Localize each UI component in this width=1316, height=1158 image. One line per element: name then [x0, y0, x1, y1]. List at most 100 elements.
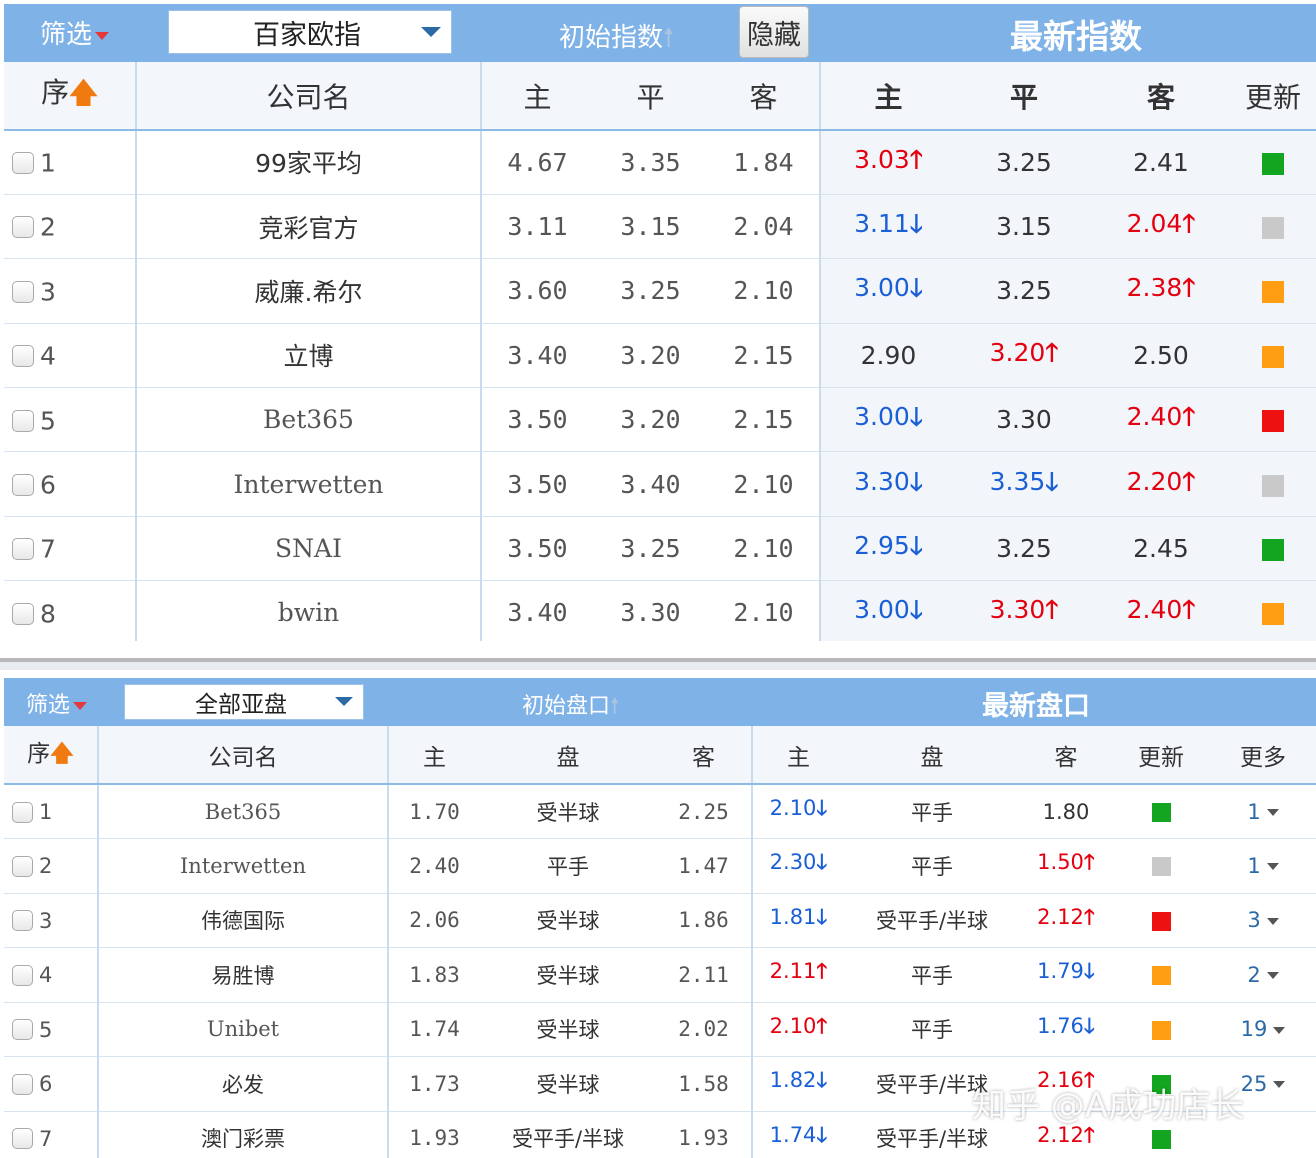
latest-odds-value: 2.95 [854, 531, 910, 561]
company-name[interactable]: Unibet [207, 1017, 279, 1041]
initial-home-odds: 1.70 [409, 799, 460, 824]
arrow-up-icon: 🡑 [1045, 595, 1059, 625]
company-name[interactable]: bwin [278, 598, 340, 627]
company-name[interactable]: Interwetten [234, 470, 384, 499]
company-name[interactable]: Interwetten [180, 854, 306, 878]
arrow-down-icon: 🡓 [909, 209, 923, 239]
table-row[interactable]: 3 伟德国际 2.06 受半球 1.86 1.81🡓 受平手/半球 2.12🡑 3 [4, 893, 1316, 948]
more-dropdown[interactable]: 25 [1241, 1072, 1286, 1096]
initial-away-odds: 2.02 [678, 1017, 729, 1042]
latest-index-label: 最新指数 [1010, 17, 1142, 56]
company-name[interactable]: 澳门彩票 [201, 1127, 285, 1151]
col-seq[interactable]: 序🡅 [4, 726, 98, 785]
company-name[interactable]: 易胜博 [212, 964, 275, 988]
col-update: 更新 [1230, 62, 1316, 131]
table-row[interactable]: 2 Interwetten 2.40 平手 1.47 2.30🡓 平手 1.50🡑 1 [4, 838, 1316, 894]
arrow-up-icon: 🡑 [816, 959, 828, 984]
company-name[interactable]: Bet365 [263, 405, 354, 434]
initial-odds: 2.04 [733, 212, 794, 242]
table-row[interactable]: 1 Bet365 1.70 受半球 2.25 2.10🡓 平手 1.80 1 [4, 784, 1316, 839]
col-new-away: 客 [1092, 62, 1230, 131]
initial-handicap: 受半球 [536, 909, 600, 934]
company-name[interactable]: Bet365 [205, 800, 281, 824]
initial-home-odds: 1.83 [409, 962, 460, 987]
row-checkbox[interactable] [12, 602, 34, 625]
table-row[interactable]: 7 SNAI 3.50 3.25 2.10 2.95🡓 3.25 2.45 [4, 516, 1316, 582]
initial-odds: 2.10 [733, 598, 794, 628]
row-checkbox[interactable] [12, 216, 34, 239]
update-status-indicator [1262, 474, 1284, 497]
company-name[interactable]: 立博 [283, 342, 333, 371]
row-checkbox[interactable] [12, 801, 33, 823]
table-row[interactable]: 3 威廉.希尔 3.60 3.25 2.10 3.00🡓 3.25 2.38🡑 [4, 258, 1316, 324]
initial-handicap: 平手 [547, 854, 589, 879]
euro-company-select[interactable]: 百家欧指 [168, 10, 452, 54]
table-row[interactable]: 4 易胜博 1.83 受半球 2.11 2.11🡑 平手 1.79🡓 2 [4, 947, 1316, 1003]
initial-odds: 4.67 [507, 147, 568, 177]
hide-button[interactable]: 隐藏 [739, 6, 809, 58]
latest-away-odds-value: 1.76 [1037, 1013, 1084, 1038]
update-status-indicator [1262, 539, 1284, 562]
company-name[interactable]: 竞彩官方 [258, 214, 358, 243]
initial-odds: 3.60 [507, 276, 568, 306]
latest-home-odds-value: 2.30 [769, 850, 817, 875]
table-row[interactable]: 2 竞彩官方 3.11 3.15 2.04 3.11🡓 3.15 2.04🡑 [4, 194, 1316, 260]
row-index: 2 [39, 854, 53, 879]
initial-label-text: 初始盘口 [522, 694, 611, 719]
more-dropdown[interactable]: 19 [1241, 1017, 1286, 1041]
asian-filter-button[interactable]: 筛选 [26, 687, 88, 719]
initial-index-label[interactable]: 初始指数🠕 [559, 17, 674, 63]
latest-odds-value: 3.30 [996, 405, 1052, 435]
row-index: 4 [40, 341, 56, 371]
arrow-down-icon: 🡓 [1083, 1013, 1095, 1038]
table-row[interactable]: 5 Unibet 1.74 受半球 2.02 2.10🡑 平手 1.76🡓 19 [4, 1002, 1316, 1057]
chevron-down-icon [421, 27, 441, 37]
initial-odds: 3.20 [620, 405, 681, 435]
row-checkbox[interactable] [12, 473, 34, 496]
table-row[interactable]: 4 立博 3.40 3.20 2.15 2.90 3.20🡑 2.50 [4, 323, 1316, 389]
latest-odds-value: 3.25 [996, 534, 1052, 564]
company-name[interactable]: 伟德国际 [201, 909, 285, 933]
row-checkbox[interactable] [12, 538, 34, 561]
row-checkbox[interactable] [12, 152, 34, 175]
table-row[interactable]: 1 99家平均 4.67 3.35 1.84 3.03🡑 3.25 2.41 [4, 130, 1316, 195]
row-index: 6 [39, 1072, 53, 1097]
row-checkbox[interactable] [12, 280, 34, 303]
company-name[interactable]: 威廉.希尔 [255, 278, 363, 307]
more-dropdown[interactable]: 2 [1247, 963, 1279, 987]
latest-odds-value: 3.30 [989, 595, 1046, 625]
more-dropdown[interactable]: 3 [1247, 908, 1279, 932]
table-row[interactable]: 8 bwin 3.40 3.30 2.10 3.00🡓 3.30🡑 2.40🡑 [4, 580, 1316, 641]
company-name[interactable]: 99家平均 [255, 149, 362, 178]
table-row[interactable]: 6 Interwetten 3.50 3.40 2.10 3.30🡓 3.35🡓 2.20🡑 [4, 451, 1316, 517]
company-name[interactable]: 必发 [222, 1073, 264, 1097]
more-count: 19 [1240, 1017, 1268, 1042]
asian-header-bar: 筛选 全部亚盘 初始盘口🠕 最新盘口 [4, 678, 1316, 726]
row-checkbox[interactable] [12, 1128, 33, 1150]
col-seq[interactable]: 序🡅 [4, 62, 136, 131]
euro-filter-button[interactable]: 筛选 [40, 14, 110, 51]
row-checkbox[interactable] [12, 910, 33, 932]
company-name[interactable]: SNAI [275, 534, 342, 563]
table-row[interactable]: 5 Bet365 3.50 3.20 2.15 3.00🡓 3.30 2.40🡑 [4, 387, 1316, 453]
initial-odds: 3.40 [507, 340, 568, 370]
row-checkbox[interactable] [12, 964, 33, 986]
chevron-down-icon [1266, 809, 1279, 816]
sort-up-icon: 🠕 [610, 694, 620, 719]
initial-odds: 1.84 [733, 147, 794, 177]
asian-company-select[interactable]: 全部亚盘 [124, 684, 364, 720]
more-dropdown[interactable]: 1 [1247, 854, 1279, 878]
row-checkbox[interactable] [12, 1073, 33, 1095]
row-index: 6 [40, 470, 56, 500]
row-checkbox[interactable] [12, 409, 34, 432]
arrow-up-icon: 🡑 [1045, 337, 1059, 367]
latest-odds-value: 2.20 [1126, 466, 1183, 496]
initial-handicap-label[interactable]: 初始盘口🠕 [522, 688, 619, 727]
more-dropdown[interactable]: 1 [1247, 800, 1279, 824]
arrow-down-icon: 🡓 [909, 402, 923, 432]
initial-odds: 2.10 [733, 534, 794, 564]
col-init-away: 客 [656, 726, 752, 785]
row-checkbox[interactable] [12, 345, 34, 368]
row-checkbox[interactable] [12, 1019, 33, 1041]
row-checkbox[interactable] [12, 855, 33, 877]
